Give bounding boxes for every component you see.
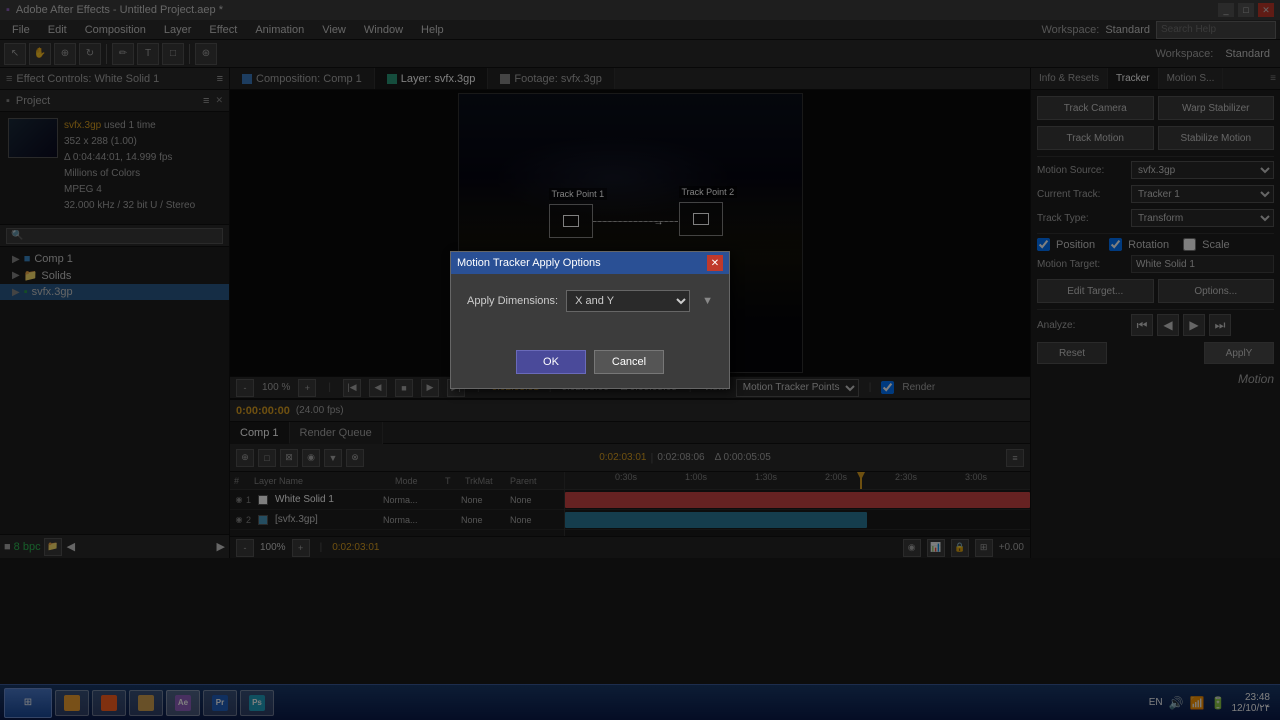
modal-title-bar: Motion Tracker Apply Options ✕ bbox=[451, 252, 729, 274]
dropdown-arrow[interactable]: ▼ bbox=[702, 295, 713, 307]
apply-dimensions-select[interactable]: X and Y X only Y only bbox=[566, 290, 690, 312]
modal-close-button[interactable]: ✕ bbox=[707, 255, 723, 271]
modal-title: Motion Tracker Apply Options bbox=[457, 257, 601, 269]
apply-dimensions-row: Apply Dimensions: X and Y X only Y only … bbox=[467, 290, 713, 312]
modal-ok-button[interactable]: OK bbox=[516, 350, 586, 374]
apply-dimensions-label: Apply Dimensions: bbox=[467, 295, 558, 307]
modal-overlay: Motion Tracker Apply Options ✕ Apply Dim… bbox=[0, 0, 1280, 720]
modal-buttons: OK Cancel bbox=[451, 342, 729, 388]
modal-cancel-button[interactable]: Cancel bbox=[594, 350, 664, 374]
modal-body: Apply Dimensions: X and Y X only Y only … bbox=[451, 274, 729, 342]
modal-dialog: Motion Tracker Apply Options ✕ Apply Dim… bbox=[450, 251, 730, 389]
